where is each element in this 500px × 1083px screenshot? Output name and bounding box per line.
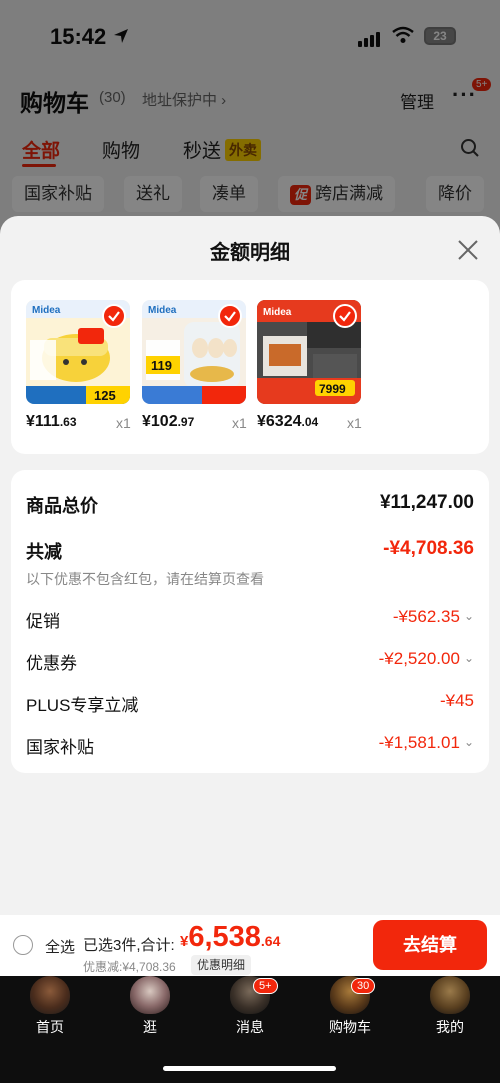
svg-text:Midea: Midea xyxy=(148,305,177,316)
cart-badge: 30 xyxy=(351,978,376,994)
price-decimal: .63 xyxy=(59,415,77,429)
plus-discount-label: PLUS专享立减 xyxy=(26,696,139,715)
promo-price-label: 125 xyxy=(94,388,116,403)
price-decimal: .04 xyxy=(301,415,319,429)
chevron-down-icon: ⌄ xyxy=(463,735,474,749)
product-image-kitchen-set: Midea 7999 xyxy=(257,300,361,404)
price-integer: ¥6324 xyxy=(257,413,302,430)
product-checked-icon xyxy=(218,304,242,328)
close-icon[interactable] xyxy=(454,236,482,264)
coupon-amount: -¥2,520.00 xyxy=(378,649,460,668)
total-price: ¥6,538.64 xyxy=(180,921,280,954)
tab-messages-label: 消息 xyxy=(236,1019,264,1035)
promotion-label: 促销 xyxy=(26,612,60,631)
product-image-egg-steamer: Midea 119 xyxy=(142,300,246,404)
price-integer: ¥111 xyxy=(26,413,60,430)
tab-profile[interactable]: 我的 xyxy=(405,976,495,1036)
svg-text:Midea: Midea xyxy=(32,305,61,316)
promotion-amount: -¥562.35 xyxy=(392,607,460,626)
home-indicator xyxy=(163,1066,336,1071)
checkout-bar: 全选 已选3件,合计: ¥6,538.64 优惠减:¥4,708.36 优惠明细… xyxy=(0,915,500,976)
tab-messages[interactable]: 5+ 消息 xyxy=(205,976,295,1036)
select-all-checkbox[interactable] xyxy=(13,935,33,955)
tab-home-label: 首页 xyxy=(36,1019,64,1035)
bottom-tab-bar: 首页 逛 5+ 消息 30 购物车 我的 xyxy=(0,976,500,1083)
selected-products-card: Midea 125 ¥111.63 x1 Midea 119 ¥102.97 x… xyxy=(11,280,489,454)
chevron-down-icon: ⌄ xyxy=(463,609,474,623)
select-all-label[interactable]: 全选 xyxy=(45,936,75,957)
coupon-value[interactable]: -¥2,520.00 ⌄ xyxy=(379,649,474,669)
product-item[interactable]: Midea 7999 ¥6324.04 x1 xyxy=(257,300,369,431)
product-price: ¥102.97 xyxy=(142,413,194,431)
promo-price-label: 119 xyxy=(151,358,172,373)
price-decimal: .97 xyxy=(177,415,195,429)
home-avatar-icon xyxy=(30,976,70,1014)
chevron-down-icon: ⌄ xyxy=(463,651,474,665)
tab-browse-label: 逛 xyxy=(143,1019,157,1035)
plus-discount-value: -¥45 xyxy=(439,691,474,710)
national-subsidy-label: 国家补贴 xyxy=(26,738,94,757)
tab-browse[interactable]: 逛 xyxy=(105,976,195,1036)
svg-text:Midea: Midea xyxy=(263,307,292,318)
subtotal-value: ¥11,247.00 xyxy=(379,492,474,513)
discount-summary: 优惠减:¥4,708.36 xyxy=(83,960,176,974)
product-item[interactable]: Midea 119 ¥102.97 x1 xyxy=(142,300,254,431)
total-discount-label: 共减 xyxy=(26,542,62,562)
tab-cart[interactable]: 30 购物车 xyxy=(305,976,395,1036)
product-checked-icon xyxy=(333,304,357,328)
selected-summary: 已选3件,合计: xyxy=(83,937,175,954)
product-quantity: x1 xyxy=(232,415,247,431)
promo-price-label: 7999 xyxy=(319,382,346,396)
product-checked-icon xyxy=(102,304,126,328)
coupon-label: 优惠券 xyxy=(26,654,77,673)
sheet-title: 金额明细 xyxy=(210,242,290,264)
subsidy-amount: -¥1,581.01 xyxy=(378,733,460,752)
profile-avatar-icon xyxy=(430,976,470,1014)
product-image-rice-cooker: Midea 125 xyxy=(26,300,130,404)
tab-cart-label: 购物车 xyxy=(329,1019,371,1035)
product-price: ¥111.63 xyxy=(26,413,77,431)
product-price: ¥6324.04 xyxy=(257,413,318,431)
browse-avatar-icon xyxy=(130,976,170,1014)
product-quantity: x1 xyxy=(347,415,362,431)
price-integer: ¥102 xyxy=(142,413,178,430)
discount-note: 以下优惠不包含红包，请在结算页查看 xyxy=(26,571,264,587)
total-integer: 6,538 xyxy=(188,921,261,953)
tab-profile-label: 我的 xyxy=(436,1019,464,1035)
total-discount-value: -¥4,708.36 xyxy=(383,538,474,559)
product-item[interactable]: Midea 125 ¥111.63 x1 xyxy=(26,300,138,431)
discount-detail-button[interactable]: 优惠明细 xyxy=(191,955,252,975)
messages-badge: 5+ xyxy=(253,978,278,994)
national-subsidy-value[interactable]: -¥1,581.01 ⌄ xyxy=(379,733,474,753)
tab-home[interactable]: 首页 xyxy=(5,976,95,1036)
promotion-value[interactable]: -¥562.35 ⌄ xyxy=(393,607,474,627)
amount-breakdown-card: 商品总价 ¥11,247.00 共减 -¥4,708.36 以下优惠不包含红包，… xyxy=(11,470,489,773)
total-decimal: .64 xyxy=(260,933,281,949)
checkout-button[interactable]: 去结算 xyxy=(373,920,487,970)
product-quantity: x1 xyxy=(116,415,131,431)
subtotal-label: 商品总价 xyxy=(26,496,98,516)
